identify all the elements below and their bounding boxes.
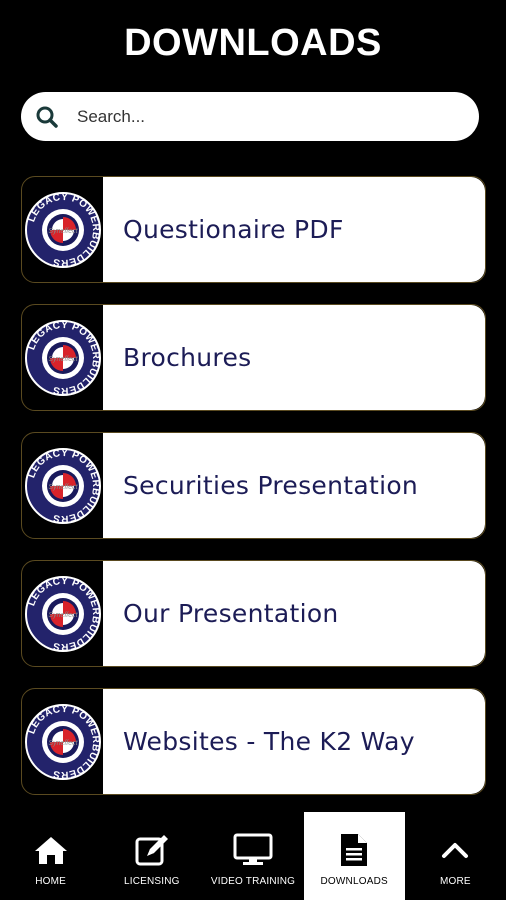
tab-label: MORE — [440, 876, 471, 887]
download-card[interactable]: Websites - The K2 Way — [103, 689, 485, 794]
download-label: Questionaire PDF — [123, 215, 344, 244]
svg-text:Syneffect: Syneffect — [48, 740, 78, 747]
edit-icon — [134, 832, 170, 868]
page-title: DOWNLOADS — [124, 22, 382, 64]
svg-text:Syneffect: Syneffect — [48, 228, 78, 235]
download-item[interactable]: LEGACY POWERBUILDERS Syneffect Questionai… — [21, 176, 486, 283]
tab-label: VIDEO TRAINING — [210, 876, 296, 887]
legacy-powerbuilders-logo: LEGACY POWERBUILDERS Syneffect — [22, 177, 103, 282]
downloads-list: LEGACY POWERBUILDERS Syneffect Questionai… — [21, 176, 486, 816]
bottom-tab-bar: HOME LICENSING VIDEO TRAINING DOWNLOADS … — [0, 812, 506, 900]
tab-downloads[interactable]: DOWNLOADS — [303, 812, 405, 900]
download-label: Securities Presentation — [123, 471, 419, 500]
tab-home[interactable]: HOME — [0, 812, 101, 900]
download-item[interactable]: LEGACY POWERBUILDERS Syneffect Brochures — [21, 304, 486, 411]
download-card[interactable]: Securities Presentation — [103, 433, 485, 538]
monitor-icon — [233, 832, 273, 868]
tab-label: DOWNLOADS — [320, 876, 388, 887]
download-item[interactable]: LEGACY POWERBUILDERS Syneffect Our Presen… — [21, 560, 486, 667]
svg-text:Syneffect: Syneffect — [48, 612, 78, 619]
search-icon — [33, 103, 61, 131]
download-card[interactable]: Brochures — [103, 305, 485, 410]
download-label: Our Presentation — [123, 599, 339, 628]
download-item[interactable]: LEGACY POWERBUILDERS Syneffect Securities… — [21, 432, 486, 539]
download-item[interactable]: LEGACY POWERBUILDERS Syneffect Websites -… — [21, 688, 486, 795]
document-icon — [339, 832, 369, 868]
legacy-powerbuilders-logo: LEGACY POWERBUILDERS Syneffect — [22, 433, 103, 538]
search-input[interactable] — [75, 105, 439, 128]
download-card[interactable]: Our Presentation — [103, 561, 485, 666]
legacy-powerbuilders-logo: LEGACY POWERBUILDERS Syneffect — [22, 689, 103, 794]
legacy-powerbuilders-logo: LEGACY POWERBUILDERS Syneffect — [22, 561, 103, 666]
download-label: Brochures — [123, 343, 252, 372]
tab-licensing[interactable]: LICENSING — [101, 812, 202, 900]
search-bar[interactable] — [21, 92, 479, 141]
home-icon — [33, 832, 69, 868]
tab-label: HOME — [35, 876, 66, 887]
chevron-up-icon — [441, 832, 469, 868]
download-label: Websites - The K2 Way — [123, 727, 415, 756]
download-card[interactable]: Questionaire PDF — [103, 177, 485, 282]
legacy-powerbuilders-logo: LEGACY POWERBUILDERS Syneffect — [22, 305, 103, 410]
svg-text:Syneffect: Syneffect — [48, 484, 78, 491]
tab-label: LICENSING — [123, 876, 180, 887]
tab-more[interactable]: MORE — [405, 812, 506, 900]
svg-text:Syneffect: Syneffect — [48, 356, 78, 363]
tab-video-training[interactable]: VIDEO TRAINING — [202, 812, 303, 900]
